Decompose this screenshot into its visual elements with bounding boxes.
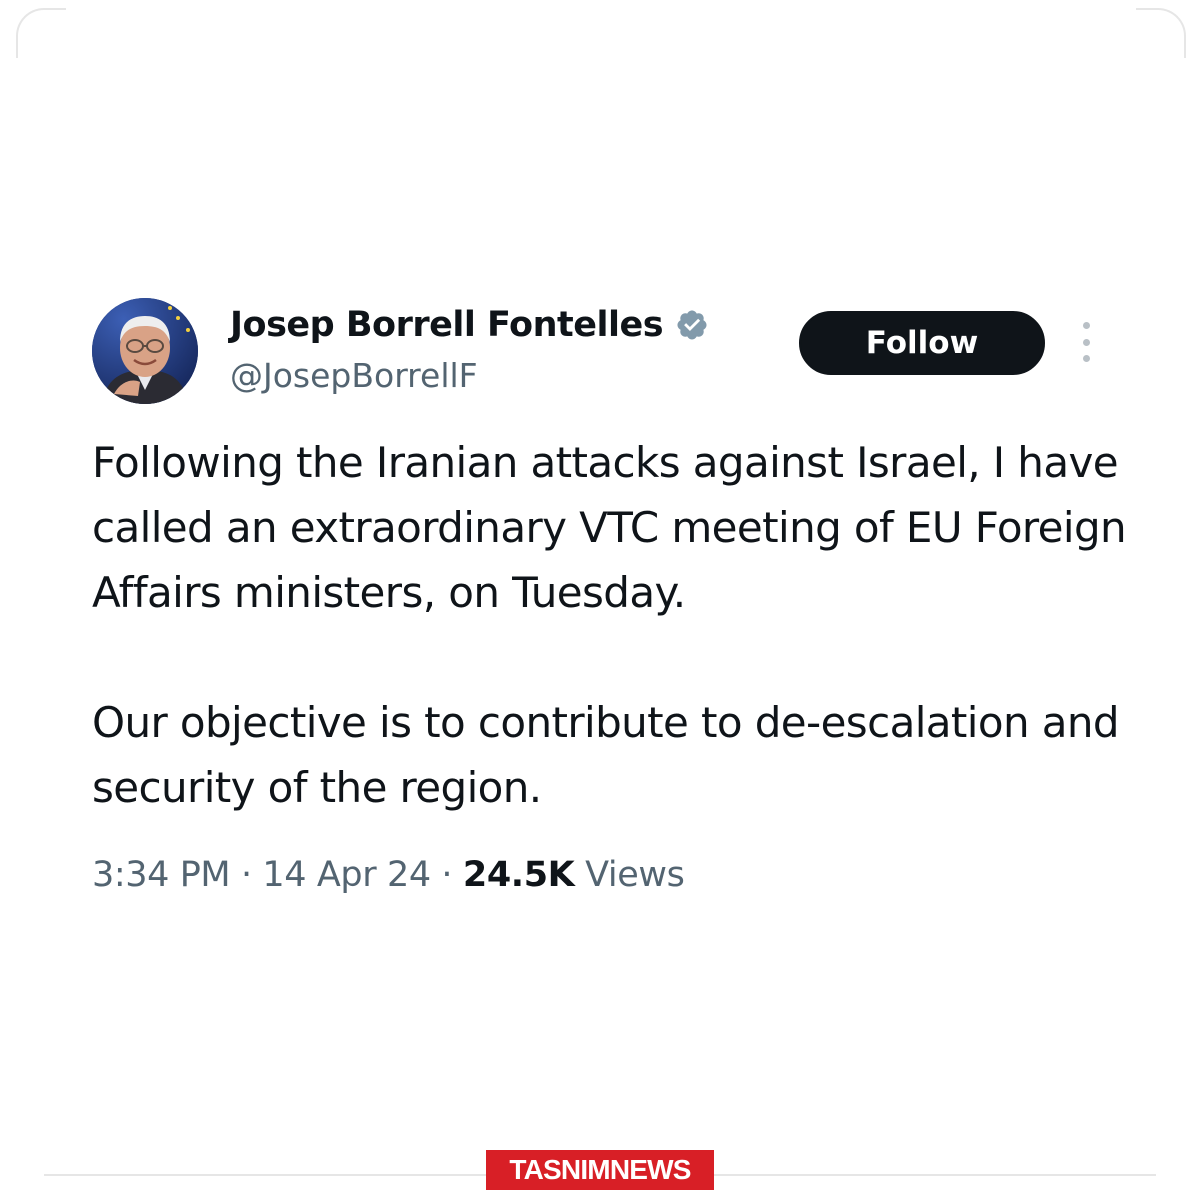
avatar-image [92, 298, 198, 404]
more-dot [1082, 338, 1090, 346]
tweet-meta: 3:34 PM · 14 Apr 24 · 24.5K Views [92, 855, 685, 895]
tweet-text: Following the Iranian attacks against Is… [92, 430, 1142, 820]
tweet-paragraph: Following the Iranian attacks against Is… [92, 438, 1127, 617]
follow-button[interactable]: Follow [799, 311, 1045, 375]
views-count: 24.5K [462, 855, 575, 895]
verified-badge-icon [675, 308, 709, 342]
tweet-paragraph: Our objective is to contribute to de-esc… [92, 698, 1120, 812]
more-dot [1082, 322, 1090, 329]
avatar[interactable] [92, 298, 198, 404]
display-name[interactable]: Josep Borrell Fontelles [230, 305, 664, 345]
tweet-time[interactable]: 3:34 PM [92, 855, 231, 895]
display-name-row: Josep Borrell Fontelles [230, 302, 709, 348]
handle[interactable]: @JosepBorrellF [230, 356, 478, 395]
watermark-logo: TASNIMNEWS [486, 1150, 714, 1190]
more-dot [1082, 355, 1090, 362]
views-label: Views [585, 855, 685, 895]
meta-separator: · [230, 855, 263, 895]
more-vertical-icon[interactable] [1078, 322, 1094, 362]
meta-separator: · [430, 855, 463, 895]
tweet-card: Josep Borrell Fontelles @JosepBorrellF F… [0, 0, 1200, 1200]
tweet-date[interactable]: 14 Apr 24 [262, 855, 431, 895]
